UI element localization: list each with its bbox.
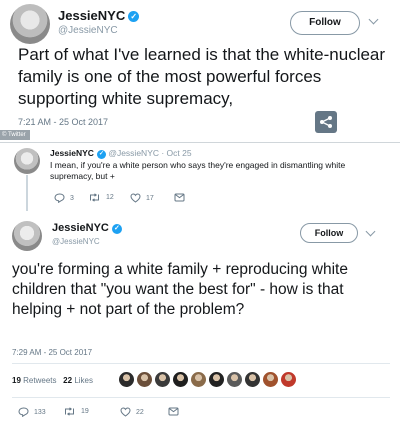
follow-button[interactable]: Follow: [300, 223, 358, 243]
reply-icon: [18, 407, 29, 417]
like-action[interactable]: 17: [130, 193, 154, 203]
follow-button[interactable]: Follow: [290, 11, 360, 35]
display-name[interactable]: JessieNYC ✓: [52, 222, 122, 234]
liker-avatar[interactable]: [154, 371, 171, 388]
screenshot-frame: JessieNYC ✓ @JessieNYC Follow Part of wha…: [0, 0, 400, 423]
verified-badge-icon: ✓: [128, 11, 140, 22]
reply-icon: [54, 193, 65, 203]
retweet-action[interactable]: 12: [88, 193, 114, 202]
liker-avatar[interactable]: [262, 371, 279, 388]
verified-badge-icon: ✓: [96, 150, 106, 159]
heart-icon: [120, 407, 131, 417]
user-handle[interactable]: @JessieNYC: [52, 237, 100, 246]
reply-header: JessieNYC ✓ @JessieNYC · Oct 25: [50, 148, 192, 159]
liker-avatar[interactable]: [244, 371, 261, 388]
divider: [12, 397, 390, 398]
liker-avatar[interactable]: [226, 371, 243, 388]
avatar[interactable]: [14, 148, 40, 174]
retweet-icon: [65, 407, 74, 416]
display-name[interactable]: JessieNYC ✓: [58, 8, 140, 23]
like-count: 22: [136, 408, 144, 416]
envelope-icon: [168, 407, 179, 416]
timestamp[interactable]: 7:21 AM - 25 Oct 2017: [18, 117, 108, 127]
tweet-thread: JessieNYC ✓ @JessieNYC · Oct 25 I mean, i…: [0, 143, 400, 423]
verified-badge-icon: ✓: [111, 224, 122, 234]
liker-avatar[interactable]: [208, 371, 225, 388]
display-name-text[interactable]: JessieNYC: [52, 222, 109, 234]
envelope-icon: [174, 193, 185, 202]
engagement-stats: 19 Retweets 22 Likes: [12, 376, 93, 385]
tweet-text: you're forming a white family + reproduc…: [12, 261, 348, 318]
reply-count: 3: [70, 194, 74, 202]
retweet-action[interactable]: 19: [63, 407, 89, 416]
user-handle[interactable]: @JessieNYC: [58, 25, 118, 36]
like-action[interactable]: 22: [120, 407, 144, 417]
heart-icon: [130, 193, 141, 203]
display-name-text[interactable]: JessieNYC: [58, 8, 125, 23]
liker-avatars: [118, 371, 297, 388]
message-action[interactable]: [168, 407, 179, 416]
likes-stat[interactable]: 22 Likes: [63, 376, 93, 385]
liker-avatar[interactable]: [172, 371, 189, 388]
reply-count: 133: [34, 408, 46, 416]
divider: [12, 363, 390, 364]
tweet-text: Part of what I've learned is that the wh…: [18, 45, 386, 108]
chevron-down-icon[interactable]: [365, 226, 376, 237]
tweet-card-1: JessieNYC ✓ @JessieNYC Follow Part of wha…: [0, 0, 400, 142]
message-action[interactable]: [174, 193, 185, 202]
thread-connector-line: [26, 175, 28, 211]
handle-and-date[interactable]: @JessieNYC · Oct 25: [108, 148, 191, 158]
timestamp[interactable]: 7:29 AM - 25 Oct 2017: [12, 348, 92, 357]
share-icon: [320, 116, 332, 128]
image-credit: © Twitter: [0, 130, 30, 140]
retweet-count: 19: [81, 408, 89, 415]
reply-tweet-text: I mean, if you're a white person who say…: [50, 160, 346, 181]
retweet-icon: [90, 193, 99, 202]
liker-avatar[interactable]: [190, 371, 207, 388]
avatar[interactable]: [12, 221, 42, 251]
chevron-down-icon[interactable]: [368, 14, 379, 25]
liker-avatar[interactable]: [136, 371, 153, 388]
liker-avatar[interactable]: [118, 371, 135, 388]
retweets-stat[interactable]: 19 Retweets: [12, 376, 57, 385]
display-name[interactable]: JessieNYC: [50, 148, 94, 158]
liker-avatar[interactable]: [280, 371, 297, 388]
retweet-count: 12: [106, 194, 114, 201]
reply-action[interactable]: 3: [54, 193, 74, 203]
like-count: 17: [146, 194, 154, 202]
share-button[interactable]: [315, 111, 337, 133]
reply-action[interactable]: 133: [18, 407, 46, 417]
avatar[interactable]: [10, 4, 50, 44]
